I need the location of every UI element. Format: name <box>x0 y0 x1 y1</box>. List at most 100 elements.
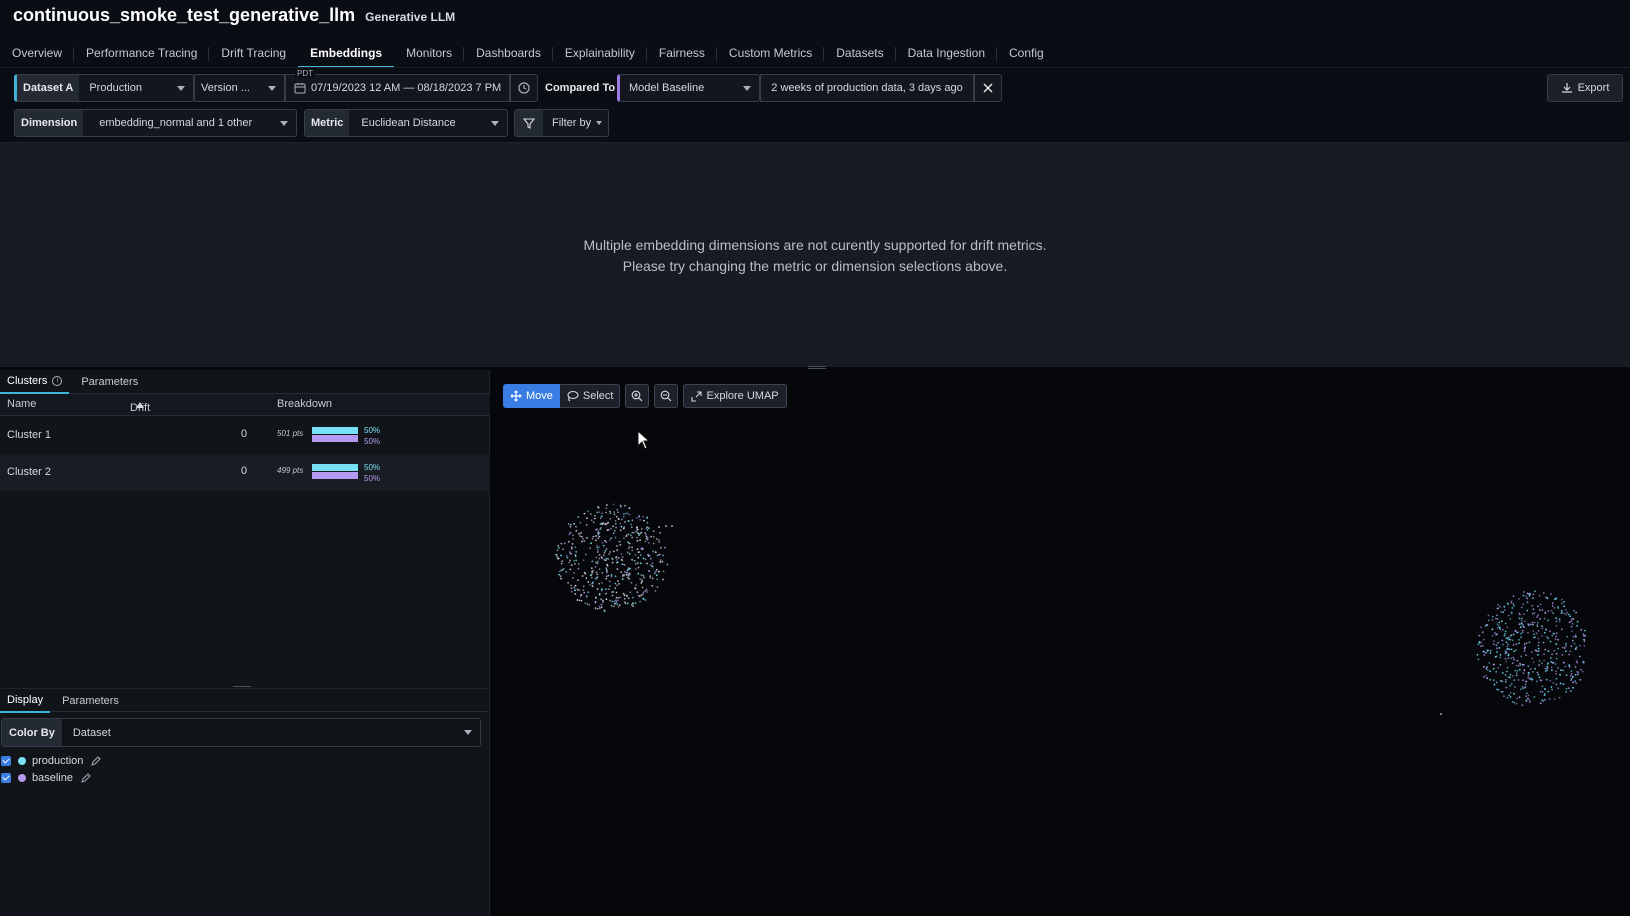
scatter-point <box>617 517 620 520</box>
refresh-button[interactable] <box>510 74 538 102</box>
scatter-point <box>1504 622 1507 625</box>
scatter-point <box>621 556 624 558</box>
tab-display[interactable]: Display <box>0 689 51 713</box>
scatter-point <box>1574 666 1577 668</box>
scatter-point <box>596 545 599 547</box>
pencil-icon[interactable] <box>90 755 102 767</box>
tab-dashboards[interactable]: Dashboards <box>464 40 553 68</box>
tab-config[interactable]: Config <box>997 40 1056 68</box>
scatter-point <box>620 553 623 555</box>
info-icon[interactable]: i <box>52 376 63 386</box>
zoom-in-button[interactable] <box>625 384 650 408</box>
scatter-point <box>636 548 639 551</box>
tab-performance-tracing[interactable]: Performance Tracing <box>74 40 210 68</box>
scatter-point <box>570 584 572 587</box>
scatter-point <box>662 578 664 581</box>
scatter-point <box>1501 629 1504 631</box>
umap-scatter-plot[interactable] <box>491 372 1630 916</box>
scatter-point <box>607 558 610 560</box>
scatter-point <box>608 580 611 583</box>
scatter-point <box>611 600 614 603</box>
zoom-out-button[interactable] <box>654 384 679 408</box>
scatter-point <box>1507 676 1510 679</box>
export-button[interactable]: Export <box>1547 74 1623 102</box>
version-select[interactable]: Version ... <box>194 74 285 102</box>
table-row[interactable]: Cluster 2 0 499 pts 50% 50% <box>0 454 490 491</box>
production-checkbox[interactable] <box>1 756 11 766</box>
scatter-point <box>604 523 607 525</box>
clear-baseline-button[interactable] <box>974 74 1002 102</box>
scatter-point <box>612 532 615 535</box>
scatter-point <box>555 554 558 556</box>
scatter-point <box>1527 698 1530 700</box>
dataset-a-select[interactable]: Dataset A Production <box>14 74 194 102</box>
scatter-point <box>658 526 660 528</box>
tab-embeddings[interactable]: Embeddings <box>298 40 395 68</box>
scatter-point <box>1506 637 1509 640</box>
scatter-point <box>640 528 643 530</box>
tab-display-parameters[interactable]: Parameters <box>50 689 126 713</box>
scatter-point <box>1486 666 1488 668</box>
scatter-point <box>656 586 659 588</box>
tab-cluster-parameters[interactable]: Parameters <box>69 370 145 394</box>
tab-overview[interactable]: Overview <box>0 40 75 68</box>
baseline-checkbox[interactable] <box>1 773 11 783</box>
scatter-point <box>614 520 617 522</box>
scatter-point <box>577 567 580 570</box>
table-row[interactable]: Cluster 1 0 501 pts 50% 50% <box>0 417 490 454</box>
scatter-point <box>625 571 628 574</box>
tab-datasets[interactable]: Datasets <box>824 40 896 68</box>
move-label: Move <box>526 390 553 402</box>
date-range-picker[interactable]: PDT 07/19/2023 12 AM — 08/18/2023 7 PM <box>285 69 510 102</box>
color-by-select[interactable]: Color By Dataset <box>1 718 481 747</box>
scatter-point <box>609 551 612 553</box>
scatter-point <box>1542 592 1545 594</box>
clusters-panel: Clusters i Parameters Name Drift Breakdo… <box>0 370 490 916</box>
scatter-point <box>1555 617 1558 620</box>
scatter-point <box>1582 633 1585 636</box>
filter-by-button[interactable]: Filter by <box>514 109 609 137</box>
metric-select[interactable]: Metric Euclidean Distance <box>304 109 508 137</box>
umap-scatter-panel[interactable]: Move Select Explore UMAP <box>491 372 1630 916</box>
scatter-point <box>1569 615 1572 618</box>
tab-drift-tracing[interactable]: Drift Tracing <box>209 40 298 68</box>
move-button[interactable]: Move <box>503 384 560 408</box>
pencil-icon[interactable] <box>80 772 92 784</box>
tab-data-ingestion[interactable]: Data Ingestion <box>896 40 997 68</box>
scatter-point <box>1495 681 1498 684</box>
scatter-point <box>1571 623 1574 625</box>
scatter-point <box>1496 607 1499 610</box>
scatter-point <box>1544 648 1547 651</box>
scatter-point <box>587 510 589 513</box>
tab-monitors[interactable]: Monitors <box>394 40 465 68</box>
tab-clusters[interactable]: Clusters i <box>0 370 70 394</box>
legend-item-production: production <box>0 753 102 769</box>
scatter-point <box>1579 678 1582 681</box>
scatter-point <box>1538 660 1541 662</box>
tab-explainability[interactable]: Explainability <box>553 40 647 68</box>
scatter-point <box>600 606 603 609</box>
scatter-point <box>1537 630 1540 632</box>
scatter-point <box>1563 600 1565 603</box>
scatter-point <box>1543 653 1545 655</box>
scatter-point <box>596 528 598 530</box>
tab-fairness[interactable]: Fairness <box>647 40 717 68</box>
select-button[interactable]: Select <box>559 384 621 408</box>
scatter-point <box>617 580 619 582</box>
scatter-point <box>1508 638 1511 641</box>
scatter-point <box>596 573 599 576</box>
explore-umap-button[interactable]: Explore UMAP <box>683 384 787 408</box>
scatter-point <box>615 515 618 518</box>
scatter-point <box>568 551 571 553</box>
baseline-select[interactable]: Model Baseline <box>617 74 760 102</box>
panel-resize-handle[interactable] <box>808 366 826 369</box>
col-name-header[interactable]: Name <box>7 398 36 410</box>
tab-custom-metrics[interactable]: Custom Metrics <box>717 40 825 68</box>
chevron-down-icon <box>743 85 751 91</box>
scatter-point <box>605 548 608 550</box>
dimension-select[interactable]: Dimension embedding_normal and 1 other <box>14 109 297 137</box>
scatter-point <box>573 560 576 562</box>
scatter-point <box>1508 694 1510 696</box>
scatter-point <box>1521 622 1523 624</box>
scatter-point <box>626 576 629 579</box>
